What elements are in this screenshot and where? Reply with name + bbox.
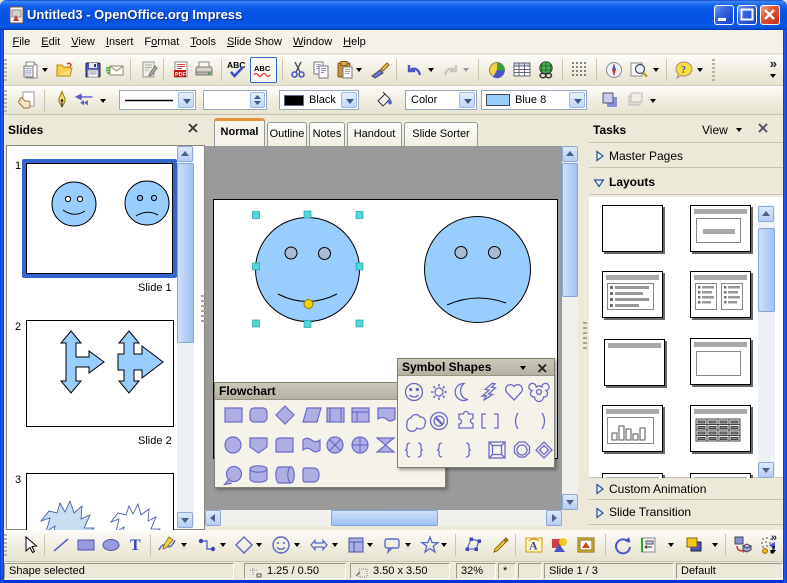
svg-text:T: T — [130, 537, 141, 554]
svg-text:?: ? — [681, 65, 686, 76]
svg-text:ABC: ABC — [254, 64, 271, 73]
svg-text:PDF: PDF — [175, 72, 187, 78]
